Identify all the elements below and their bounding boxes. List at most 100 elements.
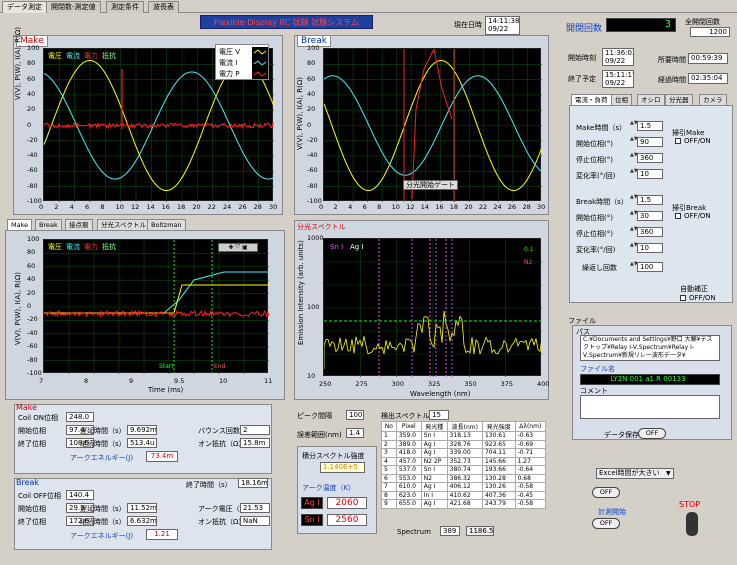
make_results-value-6: 15.8m [240, 438, 270, 448]
table-cell: 389.0 [396, 440, 421, 449]
make-input-1[interactable]: 90 [637, 137, 663, 147]
break_cb-checkbox[interactable] [675, 213, 681, 219]
break-input-1[interactable]: 30 [637, 211, 663, 221]
zoom-tools[interactable]: ✚ ⤧ ▣ [218, 243, 258, 252]
break-input-0[interactable]: 1.5 [637, 195, 663, 205]
stop-switch[interactable] [686, 512, 698, 536]
zoom_plot-tick-0: 100 [27, 235, 39, 243]
break-spin-3[interactable]: ▲▼ [630, 243, 635, 252]
break_results-label-4: 継続時間（s） [80, 517, 126, 527]
tab-current-load[interactable]: 電流・負荷 [571, 94, 612, 105]
zoom_plot-tick-3: 40 [27, 275, 35, 283]
save-toggle[interactable]: OFF [638, 428, 666, 439]
detect-table[interactable]: No Pixel 発光種 波長(nm) 発光強度 Δλ(nm) 1 359.0 Sn I 318.… [381, 421, 546, 509]
tab-phase[interactable]: 位相 [611, 94, 632, 105]
make-spin-2[interactable]: ▲▼ [630, 153, 635, 162]
table-row[interactable]: 2 389.0 Ag I 328.76 923.65 -0.69 [382, 440, 546, 449]
make_plot-tick-0: 100 [27, 44, 39, 52]
break_results-energy: 1.21 [146, 529, 178, 540]
make-spin-3[interactable]: ▲▼ [630, 169, 635, 178]
break-spin-0[interactable]: ▲▼ [630, 195, 635, 204]
make-spin-1[interactable]: ▲▼ [630, 137, 635, 146]
table-cell: -0.71 [515, 449, 545, 458]
detect-col-2: 発光種 [421, 422, 447, 432]
tab-break[interactable]: Break [35, 219, 62, 230]
table-cell: 130.26 [482, 483, 515, 492]
make_cb-checkbox[interactable] [675, 138, 681, 144]
tab-oscillo[interactable]: オシロ [637, 94, 665, 105]
main-tab-bar: データ測定 開閉数-測定値 測定条件 波長表 [0, 0, 737, 13]
break-spin-1[interactable]: ▲▼ [630, 211, 635, 220]
tab-conditions[interactable]: 測定条件 [106, 1, 144, 13]
tab-data-measure[interactable]: データ測定 [2, 1, 47, 13]
break-input-2[interactable]: 360 [637, 227, 663, 237]
excel-toggle[interactable]: OFF [592, 487, 620, 498]
tab-spectrum[interactable]: 分光スペクトル [97, 219, 150, 230]
make-input-2[interactable]: 360 [637, 153, 663, 163]
repeat-spin[interactable]: ▲▼ [630, 262, 635, 271]
table-row[interactable]: 6 553.0 N2 386.32 130.28 0.68 [382, 474, 546, 483]
break_plot-tick-9: 18 [450, 203, 458, 211]
spec-legend-0: Sn I [330, 243, 343, 251]
tab-boltzman[interactable]: Boltzman [147, 219, 186, 230]
break_results-label-2: 終了位相 [18, 517, 46, 527]
legend-swatches [252, 47, 268, 79]
clock-display: 14:11:38 09/22 [485, 16, 520, 35]
table-row[interactable]: 5 537.0 Sn I 380.74 193.66 -0.64 [382, 466, 546, 475]
table-row[interactable]: 7 610.0 Ag I 406.12 130.26 -0.58 [382, 483, 546, 492]
total-value: 1200 [690, 27, 730, 37]
measure-toggle[interactable]: OFF [592, 518, 620, 529]
peak-interval-input[interactable]: 100 [346, 410, 364, 420]
detect-col-5: Δλ(nm) [515, 422, 545, 432]
spectrum-tick-0: 250 [319, 380, 331, 388]
tab-spectrometer[interactable]: 分光器 [665, 94, 693, 105]
auto-checkbox[interactable] [680, 295, 686, 301]
table-row[interactable]: 4 457.0 N2 2P 352.73 145.66 1.27 [382, 457, 546, 466]
peak-width-input[interactable]: 1.4 [346, 428, 364, 438]
integ-label: 積分スペクトル強度 [302, 451, 365, 461]
break-spin-2[interactable]: ▲▼ [630, 227, 635, 236]
break_plot-tick-1: 80 [307, 59, 315, 67]
make-input-0[interactable]: 1.5 [637, 121, 663, 131]
make-input-3[interactable]: 10 [637, 169, 663, 179]
table-row[interactable]: 8 623.0 In I 410.62 407.36 -0.45 [382, 491, 546, 500]
break_plot-tick-12: 24 [493, 203, 501, 211]
path-field[interactable]: C:¥Documents and Settings¥野口 大輔¥デスクトップ¥R… [580, 335, 720, 361]
tab-wavelength[interactable]: 波長表 [148, 1, 179, 13]
zoom-end-label: End [214, 363, 226, 370]
make_plot-tick-15: 30 [269, 203, 277, 211]
repeat-input[interactable]: 100 [637, 262, 663, 272]
counter-value: 3 [606, 18, 676, 32]
table-cell: Sn I [421, 432, 447, 441]
table-cell: 655.0 [396, 500, 421, 509]
make-label-1: 開始位相(°) [576, 139, 613, 149]
hdr-3: 抵抗 [102, 242, 116, 251]
zoom_plot-tick-6: -20 [27, 315, 38, 323]
detect-col-1: Pixel [396, 422, 421, 432]
break_plot-tick-13: 26 [508, 203, 516, 211]
make_plot-tick-4: 20 [27, 105, 35, 113]
detect-col-0: No [382, 422, 397, 432]
make-spin-0[interactable]: ▲▼ [630, 121, 635, 130]
tab-contact[interactable]: 接点痕 [65, 219, 93, 230]
chevron-down-icon[interactable]: ▼ [666, 470, 671, 477]
table-row[interactable]: 9 655.0 Ag I 421.68 243.79 -0.58 [382, 500, 546, 509]
break_plot-tick-10: 20 [464, 203, 472, 211]
table-cell: N2 2P [421, 457, 447, 466]
tab-make[interactable]: Make [7, 219, 32, 230]
table-row[interactable]: 3 418.0 Ag I 339.00 704.11 -0.71 [382, 449, 546, 458]
break-plot [323, 48, 541, 201]
filename-field[interactable]: LY2N 001 a1 R 00133 [580, 374, 720, 385]
excel-select[interactable]: Excel時間が大きい [596, 468, 674, 479]
comment-field[interactable] [580, 395, 720, 419]
make_results-value-3: 9.692m [127, 425, 157, 435]
tab-open-close[interactable]: 開閉数-測定値 [46, 1, 101, 13]
spectrum-xlabel: Wavelength (nm) [410, 390, 470, 398]
spectrum-index[interactable]: 389 [440, 526, 460, 536]
measure-label: 計測開始 [598, 507, 626, 517]
table-row[interactable]: 1 359.0 Sn I 318.13 130.61 -0.63 [382, 432, 546, 441]
tab-camera[interactable]: カメラ [699, 94, 727, 105]
break-input-3[interactable]: 10 [637, 243, 663, 253]
make_results-value-0: 248.0 [66, 412, 94, 422]
make_results-label-3: 遅延時間（s） [80, 426, 126, 436]
